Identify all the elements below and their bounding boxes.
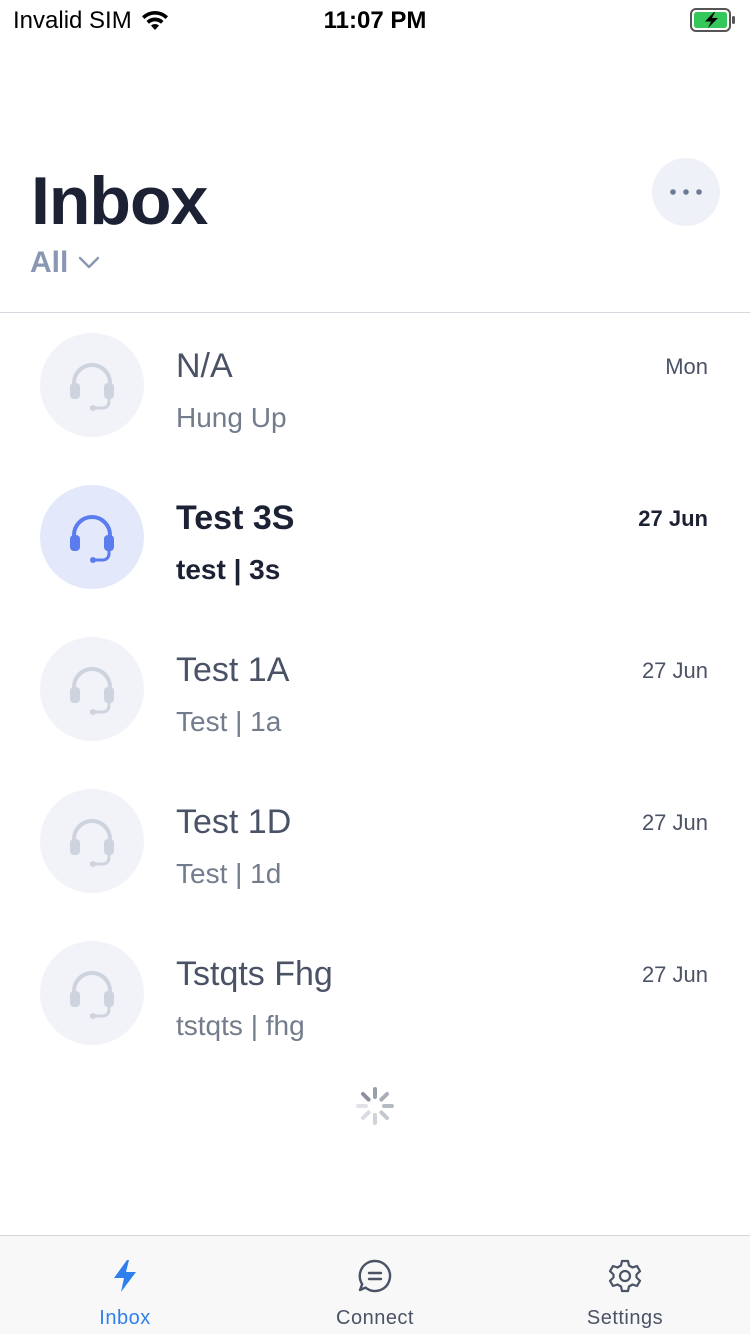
avatar (40, 333, 144, 437)
tab-connect[interactable]: Connect (250, 1236, 500, 1334)
tab-settings[interactable]: Settings (500, 1236, 750, 1334)
more-dots-icon (670, 189, 702, 195)
conversation-row[interactable]: Test 1D Test | 1d 27 Jun (0, 769, 750, 921)
conversation-title: Test 1A (176, 651, 290, 689)
conversation-title: N/A (176, 347, 233, 385)
headset-icon (70, 971, 114, 1019)
chat-bubble-icon (358, 1259, 392, 1293)
conversation-subtitle: tstqts | fhg (176, 1010, 305, 1041)
chevron-down-icon (79, 256, 100, 269)
tab-label: Settings (586, 1307, 664, 1329)
conversation-subtitle: Test | 1a (176, 706, 282, 737)
inbox-filter-dropdown[interactable]: All (30, 246, 100, 280)
tab-label: Connect (336, 1307, 414, 1329)
tab-inbox[interactable]: Inbox (0, 1236, 250, 1334)
conversation-title: Tstqts Fhg (176, 955, 333, 993)
headset-icon (70, 363, 114, 411)
avatar (40, 941, 144, 1045)
avatar (40, 637, 144, 741)
headset-icon (70, 667, 114, 715)
more-options-button[interactable] (652, 158, 720, 226)
conversation-subtitle: test | 3s (176, 554, 281, 585)
loading-spinner-icon (356, 1087, 394, 1125)
conversation-row[interactable]: Tstqts Fhg tstqts | fhg 27 Jun (0, 921, 750, 1073)
conversation-title: Test 3S (176, 499, 295, 537)
conversation-row[interactable]: Test 3S test | 3s 27 Jun (0, 465, 750, 617)
conversation-date: 27 Jun (641, 962, 708, 987)
bottom-tab-bar: Inbox Connect Settings (0, 1235, 750, 1334)
status-bar: Invalid SIM 11:07 PM (0, 0, 750, 40)
headset-icon (70, 819, 114, 867)
status-time: 11:07 PM (323, 7, 427, 34)
conversation-title: Test 1D (176, 803, 292, 841)
lightning-icon (114, 1260, 136, 1292)
conversation-date: 27 Jun (641, 658, 708, 683)
conversation-date: Mon (665, 354, 708, 379)
conversation-row[interactable]: Test 1A Test | 1a 27 Jun (0, 617, 750, 769)
avatar (40, 485, 144, 589)
conversation-list: N/A Hung Up Mon Test 3S test | 3s 27 Jun (0, 313, 750, 1073)
conversation-subtitle: Hung Up (176, 402, 287, 433)
page-title: Inbox (31, 163, 208, 239)
filter-label: All (30, 246, 69, 279)
conversation-row[interactable]: N/A Hung Up Mon (0, 313, 750, 465)
battery-charging-icon (690, 8, 735, 32)
gear-icon (608, 1259, 642, 1293)
conversation-date: 27 Jun (641, 810, 708, 835)
conversation-subtitle: Test | 1d (176, 858, 282, 889)
headset-icon (70, 515, 114, 563)
conversation-date: 27 Jun (638, 506, 708, 531)
avatar (40, 789, 144, 893)
tab-label: Inbox (99, 1307, 151, 1329)
